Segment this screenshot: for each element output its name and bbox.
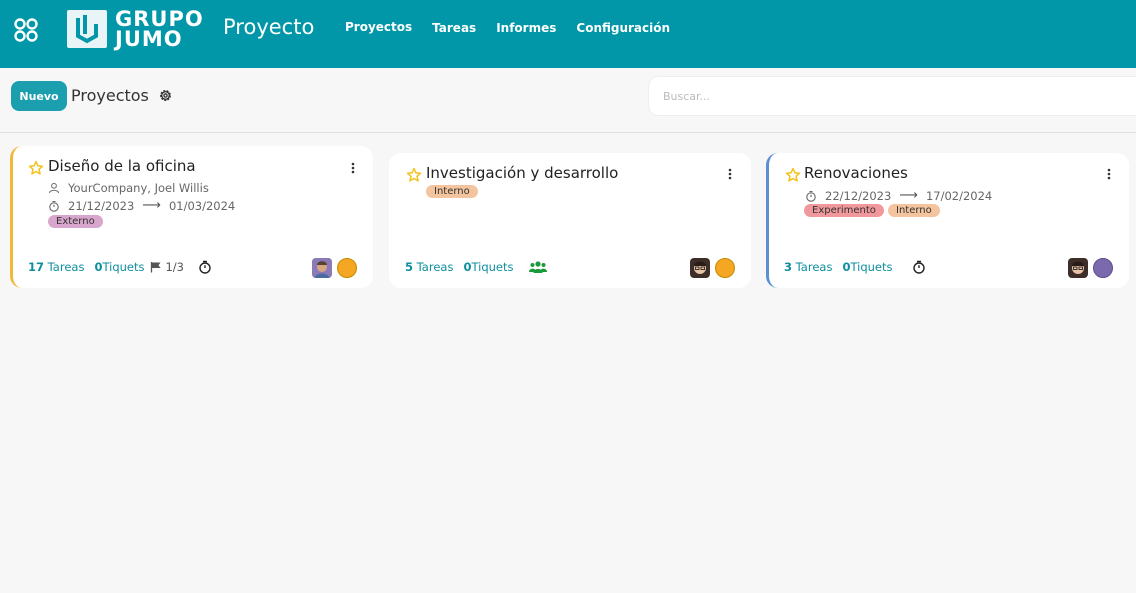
users-icon[interactable] — [529, 260, 548, 274]
nav-tareas[interactable]: Tareas — [432, 21, 476, 35]
app-title[interactable]: Proyecto — [223, 15, 314, 39]
search-input[interactable] — [648, 76, 1136, 116]
star-icon[interactable] — [406, 167, 422, 183]
tickets-link[interactable]: 0Tiquets — [463, 260, 513, 274]
project-title[interactable]: Renovaciones — [804, 164, 908, 182]
tickets-link[interactable]: 0Tiquets — [94, 260, 144, 274]
project-title[interactable]: Diseño de la oficina — [48, 157, 196, 175]
top-navbar: GRUPO JUMO Proyecto Proyectos Tareas Inf… — [0, 0, 1136, 68]
nav-informes[interactable]: Informes — [496, 21, 556, 35]
tag-interno: Interno — [426, 185, 478, 198]
breadcrumb: Proyectos — [71, 86, 149, 105]
nav-configuracion[interactable]: Configuración — [576, 21, 670, 35]
customer-name: YourCompany, Joel Willis — [68, 181, 209, 195]
status-dot[interactable] — [1093, 258, 1113, 278]
status-dot[interactable] — [337, 258, 357, 278]
date-start: 21/12/2023 — [68, 198, 135, 213]
milestones[interactable]: 1/3 — [150, 260, 184, 274]
project-card[interactable]: Renovaciones 22/12/2023 ⟶ 17/02/2024 Exp… — [766, 153, 1129, 288]
card-footer: 17 Tareas 0Tiquets 1/3 — [28, 260, 212, 274]
new-button[interactable]: Nuevo — [11, 81, 67, 111]
tasks-link[interactable]: 3 Tareas — [784, 260, 832, 274]
date-start: 22/12/2023 — [825, 188, 892, 203]
project-card[interactable]: Diseño de la oficina YourCompany, Joel W… — [10, 146, 373, 288]
gear-icon[interactable] — [158, 88, 173, 103]
more-options-icon[interactable] — [1107, 168, 1111, 180]
tasks-link[interactable]: 5 Tareas — [405, 260, 453, 274]
date-end: 01/03/2024 — [168, 198, 236, 213]
tag-externo: Externo — [48, 215, 103, 228]
nav-proyectos[interactable]: Proyectos — [345, 20, 412, 35]
card-footer: 3 Tareas 0Tiquets — [784, 260, 926, 274]
flag-icon — [151, 262, 161, 273]
arrow-right-icon: ⟶ — [142, 198, 161, 213]
avatar[interactable] — [690, 258, 710, 278]
stopwatch-icon — [806, 190, 816, 202]
date-end: 17/02/2024 — [925, 188, 993, 203]
star-icon[interactable] — [28, 160, 44, 176]
company-name-line1: GRUPO — [115, 7, 204, 31]
user-icon — [48, 182, 60, 194]
company-name-line2: JUMO — [115, 27, 183, 51]
more-options-icon[interactable] — [351, 162, 355, 174]
star-icon[interactable] — [785, 167, 801, 183]
project-card[interactable]: Investigación y desarrollo Interno 5 Tar… — [389, 153, 751, 288]
more-options-icon[interactable] — [728, 168, 732, 180]
tag-interno: Interno — [888, 204, 940, 217]
stopwatch-icon — [49, 200, 59, 212]
stopwatch-icon[interactable] — [912, 260, 926, 274]
customer-row: YourCompany, Joel Willis — [48, 181, 209, 195]
date-row: 22/12/2023 ⟶ 17/02/2024 — [805, 188, 992, 203]
tag-experimento: Experimento — [804, 204, 884, 217]
stopwatch-icon[interactable] — [198, 260, 212, 274]
company-logo-icon[interactable] — [67, 10, 107, 48]
avatar[interactable] — [312, 258, 332, 278]
project-title[interactable]: Investigación y desarrollo — [426, 164, 618, 182]
company-name: GRUPO JUMO — [115, 7, 204, 51]
tickets-link[interactable]: 0Tiquets — [842, 260, 892, 274]
tasks-link[interactable]: 17 Tareas — [28, 260, 84, 274]
status-dot[interactable] — [715, 258, 735, 278]
main-nav: Proyectos Tareas Informes Configuración — [345, 20, 690, 35]
avatar[interactable] — [1068, 258, 1088, 278]
apps-menu-icon[interactable] — [13, 17, 39, 43]
card-footer: 5 Tareas 0Tiquets — [405, 260, 548, 274]
arrow-right-icon: ⟶ — [899, 188, 918, 203]
divider — [0, 132, 1136, 133]
date-row: 21/12/2023 ⟶ 01/03/2024 — [48, 198, 235, 213]
